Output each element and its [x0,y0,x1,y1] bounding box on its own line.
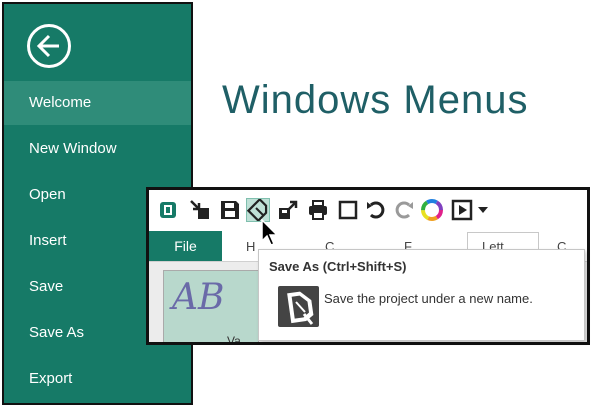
insert-icon[interactable] [189,199,211,221]
mouse-cursor-icon [261,219,279,246]
tab-file[interactable]: File [149,231,222,261]
back-button[interactable] [27,24,71,68]
redo-icon[interactable] [393,199,415,221]
print-icon[interactable] [307,199,329,221]
app-icon[interactable] [157,199,179,221]
customize-dropdown-icon[interactable] [477,199,489,221]
new-window-icon[interactable] [337,199,359,221]
export-icon[interactable] [277,199,299,221]
quick-access-toolbar [149,190,587,228]
sidebar-item-new-window[interactable]: New Window [4,127,191,171]
save-as-tooltip: Save As (Ctrl+Shift+S) Save the project … [258,249,585,341]
undo-icon[interactable] [365,199,387,221]
thumbnail-text: AB [172,277,225,318]
save-icon[interactable] [219,199,241,221]
page-title: Windows Menus [222,78,529,122]
sidebar-item-export[interactable]: Export [4,357,191,401]
sidebar-item-welcome[interactable]: Welcome [4,81,191,125]
save-as-icon[interactable] [246,198,270,222]
design-thumbnail[interactable]: AB [163,270,259,342]
screen: Welcome New Window Open Insert Save Save… [0,0,604,407]
back-arrow-icon [36,34,59,58]
tab-home[interactable]: H [246,239,255,254]
tooltip-title: Save As (Ctrl+Shift+S) [269,259,407,274]
color-wheel-icon[interactable] [421,199,443,221]
play-icon[interactable] [451,199,473,221]
thumbnail-label: Va [227,334,241,345]
tooltip-description: Save the project under a new name. [324,291,533,306]
save-as-icon [278,286,319,327]
